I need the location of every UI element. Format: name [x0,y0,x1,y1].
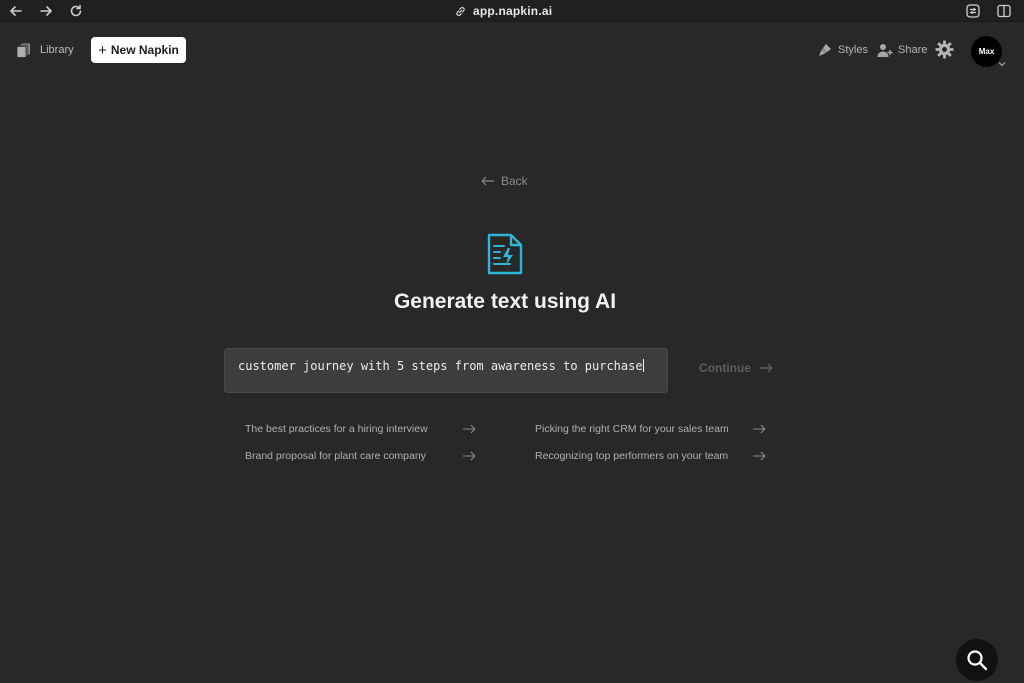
continue-button[interactable]: Continue [699,361,773,375]
new-napkin-label: New Napkin [110,43,179,57]
arrow-right-icon [753,451,766,461]
address-bar[interactable]: app.napkin.ai [454,3,552,19]
plus-icon: + [98,41,107,59]
new-napkin-button[interactable]: + New Napkin [91,37,186,63]
reload-icon[interactable] [68,3,84,19]
library-label: Library [40,44,74,56]
share-label: Share [898,44,928,56]
paint-brush-icon [819,44,831,56]
back-label: Back [501,174,528,188]
browser-toolbar: app.napkin.ai [0,0,1024,22]
avatar-text: Max [978,47,995,56]
gear-icon[interactable] [935,40,954,59]
back-arrow-icon[interactable] [8,3,24,19]
arrow-right-icon [463,424,476,434]
link-icon [456,6,465,16]
chevron-down-icon[interactable] [998,61,1006,67]
add-person-icon [877,44,893,57]
suggestion-item[interactable]: Picking the right CRM for your sales tea… [535,423,766,435]
text-caret [642,359,644,372]
suggestion-item[interactable]: The best practices for a hiring intervie… [245,423,476,435]
search-icon [967,650,988,671]
arrow-right-icon [753,424,766,434]
prompt-input[interactable]: customer journey with 5 steps from aware… [224,348,668,393]
suggestion-label: Brand proposal for plant care company [245,450,426,462]
styles-label: Styles [838,44,868,56]
suggestion-label: Picking the right CRM for your sales tea… [535,423,729,435]
prompt-text: customer journey with 5 steps from aware… [238,359,643,373]
library-icon [16,43,30,58]
styles-button[interactable]: Styles [817,42,868,58]
arrow-right-icon [760,363,773,373]
suggestion-label: The best practices for a hiring intervie… [245,423,428,435]
app-header: Library + New Napkin Styles Share Max [0,22,1024,78]
back-button[interactable]: Back [481,174,528,188]
page-title: Generate text using AI [393,290,617,313]
arrow-left-icon [481,176,494,186]
split-view-icon[interactable] [996,3,1012,19]
library-link[interactable]: Library [16,42,74,58]
ai-document-icon [486,233,524,275]
suggestion-item[interactable]: Recognizing top performers on your team [535,450,766,462]
browser-extension-icon[interactable] [965,3,981,19]
suggestion-label: Recognizing top performers on your team [535,450,729,462]
continue-label: Continue [699,361,751,375]
arrow-right-icon [463,451,476,461]
url-text: app.napkin.ai [473,4,553,18]
search-fab-button[interactable] [956,639,998,681]
forward-arrow-icon[interactable] [38,3,54,19]
suggestion-item[interactable]: Brand proposal for plant care company [245,450,476,462]
share-button[interactable]: Share [877,42,927,58]
